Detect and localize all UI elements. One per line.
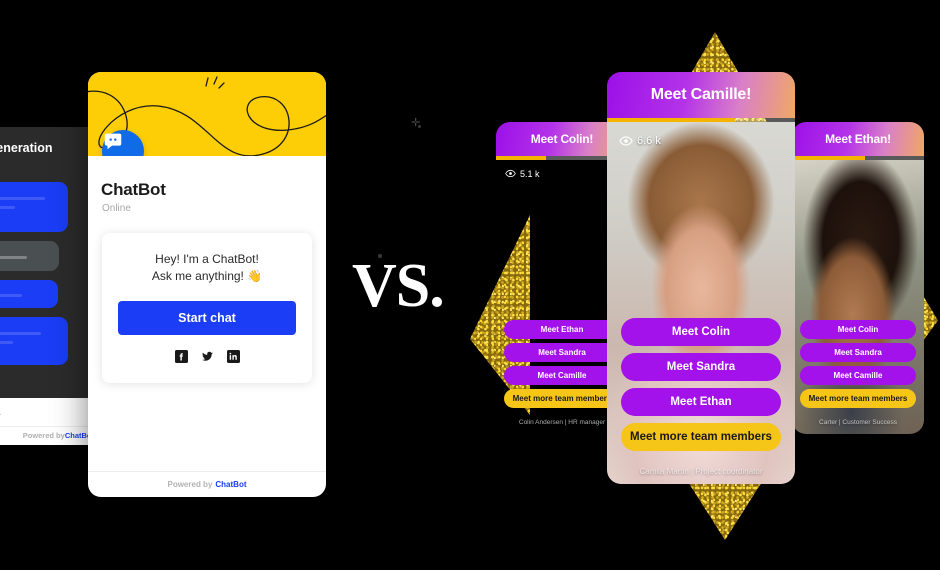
- meet-person-button[interactable]: Meet Colin: [800, 320, 916, 339]
- lead-widget-messages: [0, 176, 100, 365]
- powered-by-text: Powered by: [22, 431, 65, 440]
- vs-label: VS.: [352, 252, 445, 320]
- video-card-camille[interactable]: Meet Camille! 6.6 k Meet Colin Meet Sand…: [607, 72, 795, 484]
- start-chat-button[interactable]: Start chat: [118, 300, 296, 335]
- message-bubble: [0, 182, 68, 232]
- view-count-label: 6.6 k: [637, 135, 661, 147]
- chatbot-greeting-card: Hey! I'm a ChatBot! Ask me anything! 👋 S…: [102, 233, 312, 383]
- twitter-icon[interactable]: [201, 350, 214, 363]
- video-card-title: Meet Colin!: [530, 132, 594, 146]
- meet-more-team-members-button[interactable]: Meet more team members: [800, 389, 916, 408]
- linkedin-icon[interactable]: [226, 349, 240, 363]
- meet-more-team-members-button[interactable]: Meet more team members: [621, 423, 781, 451]
- lead-widget-status: Online: [0, 156, 53, 165]
- video-card-header: Meet Ethan!: [792, 122, 924, 156]
- meet-more-team-members-button[interactable]: Meet more team members: [504, 389, 620, 408]
- lead-widget-title: Lead generation: [0, 140, 53, 155]
- greeting-line-2: Ask me anything! 👋: [151, 269, 263, 284]
- meet-person-button[interactable]: Meet Ethan: [504, 320, 620, 339]
- decorative-sparkle-icon: ✛: [411, 117, 421, 129]
- social-links: [118, 349, 296, 363]
- message-bubble: [0, 280, 58, 308]
- chat-bubble-icon: [104, 133, 122, 150]
- view-count-label: 5.1 k: [520, 168, 540, 179]
- video-card-title: Meet Ethan!: [825, 132, 891, 146]
- chatbot-widget[interactable]: ChatBot Online Hey! I'm a ChatBot! Ask m…: [88, 72, 326, 497]
- facebook-icon[interactable]: [174, 349, 188, 363]
- video-area[interactable]: Meet Colin Meet Sandra Meet Camille Meet…: [792, 160, 924, 434]
- video-card-caption: Carter | Customer Success: [819, 419, 897, 426]
- message-bubble: [0, 241, 59, 271]
- view-count: 5.1 k: [505, 168, 540, 179]
- powered-by-text: Powered by: [167, 480, 213, 489]
- video-card-actions: Meet Colin Meet Sandra Meet Camille Meet…: [792, 320, 924, 412]
- brand-name: ChatBot: [215, 480, 247, 489]
- meet-person-button[interactable]: Meet Camille: [504, 366, 620, 385]
- chatbot-header: [88, 72, 326, 156]
- meet-person-button[interactable]: Meet Sandra: [800, 343, 916, 362]
- canvas: ✛ Lead generation Online: [0, 0, 940, 570]
- message-bubble: [0, 317, 68, 365]
- lead-generation-chat-widget[interactable]: Lead generation Online Send a message.: [0, 127, 100, 445]
- video-card-ethan[interactable]: Meet Ethan! Meet Colin Meet Sandra Meet …: [792, 122, 924, 434]
- video-card-header: Meet Camille!: [607, 72, 795, 118]
- video-card-caption: Camila Martin | Project coordinator: [639, 467, 763, 476]
- lead-widget-footer: Send a message... Powered byChatBot: [0, 398, 100, 445]
- meet-person-button[interactable]: Meet Camille: [800, 366, 916, 385]
- greeting-line-1: Hey! I'm a ChatBot!: [155, 252, 259, 266]
- meet-person-button[interactable]: Meet Ethan: [621, 388, 781, 416]
- chatbot-footer: Powered by ChatBot: [88, 471, 326, 497]
- lead-widget-header: Lead generation Online: [0, 127, 100, 176]
- powered-by-label: Powered byChatBot: [0, 427, 100, 445]
- chatbot-greeting: Hey! I'm a ChatBot! Ask me anything! 👋: [118, 251, 296, 286]
- chatbot-status: Online: [102, 203, 131, 214]
- video-card-actions: Meet Colin Meet Sandra Meet Ethan Meet m…: [607, 318, 795, 458]
- eye-icon: [619, 136, 633, 146]
- meet-person-button[interactable]: Meet Sandra: [621, 353, 781, 381]
- meet-person-button[interactable]: Meet Colin: [621, 318, 781, 346]
- meet-person-button[interactable]: Meet Sandra: [504, 343, 620, 362]
- eye-icon: [505, 169, 516, 178]
- view-count: 6.6 k: [619, 134, 661, 148]
- video-card-title: Meet Camille!: [650, 86, 752, 103]
- message-input[interactable]: Send a message...: [0, 398, 100, 427]
- video-area[interactable]: 6.6 k Meet Colin Meet Sandra Meet Ethan …: [607, 122, 795, 484]
- chatbot-title: ChatBot: [101, 180, 166, 199]
